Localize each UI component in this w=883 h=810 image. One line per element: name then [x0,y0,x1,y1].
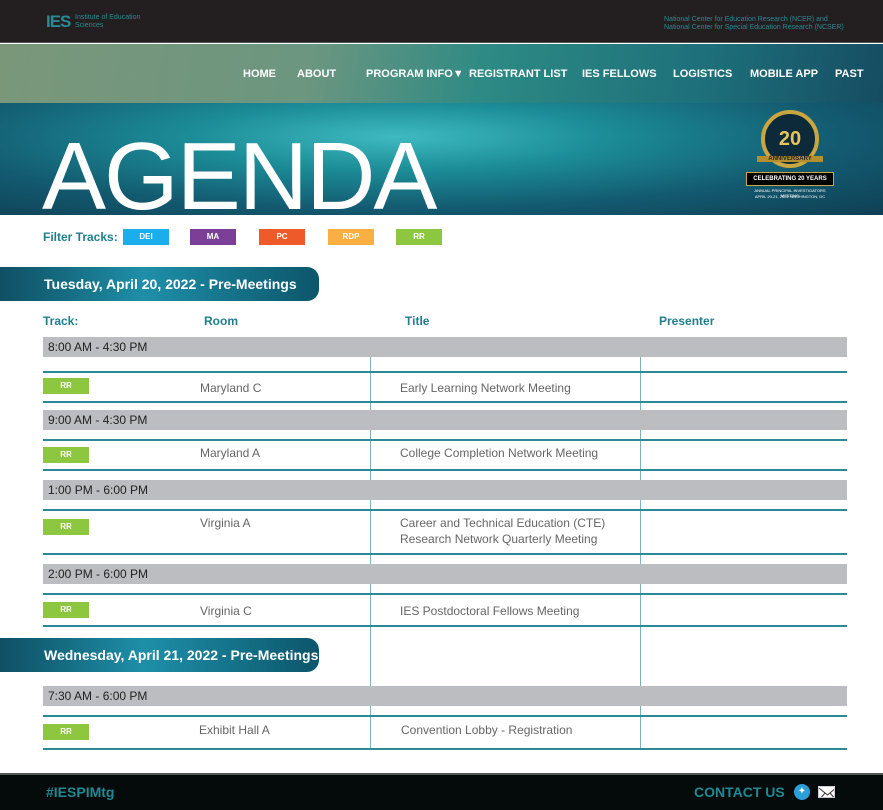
session-title[interactable]: Convention Lobby - Registration [401,722,572,738]
twitter-icon[interactable]: ✦ [794,784,810,800]
track-tag[interactable]: RR [43,519,89,535]
time-slot: 1:00 PM - 6:00 PM [43,480,847,500]
nav-ies-fellows[interactable]: IES FELLOWS [582,68,657,80]
session-title[interactable]: Early Learning Network Meeting [400,380,571,396]
session-room: Virginia C [200,604,252,618]
badge-headline: CELEBRATING 20 YEARS [746,172,834,186]
nav-registrant-list[interactable]: REGISTRANT LIST [469,68,567,80]
filter-dei[interactable]: DEI [123,229,169,245]
nav-program-info[interactable]: PROGRAM INFO▼ [366,68,464,80]
session-title[interactable]: College Completion Network Meeting [400,445,598,461]
row-divider [43,593,847,595]
filter-label: Filter Tracks: [43,230,118,244]
centers-text: National Center for Education Research (… [664,16,844,32]
ies-logo[interactable]: IES [46,12,71,32]
col-presenter: Presenter [659,314,715,328]
nav-mobile-app[interactable]: MOBILE APP [750,68,818,80]
row-divider [43,509,847,511]
main-nav: HOME ABOUT PROGRAM INFO▼ REGISTRANT LIST… [0,44,883,103]
nav-home[interactable]: HOME [243,68,276,80]
time-slot: 8:00 AM - 4:30 PM [43,337,847,357]
filter-rr[interactable]: RR [396,229,442,245]
row-divider [43,625,847,627]
row-divider [43,401,847,403]
row-divider [43,439,847,441]
nav-past[interactable]: PAST [835,68,864,80]
col-title: Title [405,314,430,328]
row-divider [43,371,847,373]
day-banner: Tuesday, April 20, 2022 - Pre-Meetings [0,267,319,301]
col-track: Track: [43,314,79,328]
session-room: Exhibit Hall A [199,723,270,737]
anniversary-badge: 20 ANNIVERSARY CELEBRATING 20 YEARS ANNU… [745,106,835,206]
time-slot: 7:30 AM - 6:00 PM [43,686,847,706]
filter-rdp[interactable]: RDP [328,229,374,245]
envelope-icon[interactable] [818,786,835,798]
track-tag[interactable]: RR [43,724,89,740]
badge-ribbon: ANNIVERSARY [757,156,823,162]
session-room: Maryland A [200,446,261,460]
row-divider [43,553,847,555]
filter-ma[interactable]: MA [190,229,236,245]
logo-subtitle: Institute of Education Sciences [75,14,141,29]
hashtag[interactable]: #IESPIMtg [46,784,114,800]
session-room: Virginia A [200,516,251,530]
day-banner: Wednesday, April 21, 2022 - Pre-Meetings [0,638,319,672]
track-tag[interactable]: RR [43,447,89,463]
hero-banner: AGENDA 20 ANNIVERSARY CELEBRATING 20 YEA… [0,103,883,215]
badge-number: 20 [778,128,802,150]
track-tag[interactable]: RR [43,378,89,394]
badge-date: APRIL 20-21, 2022 WASHINGTON, DC [754,194,826,199]
session-room: Maryland C [200,381,262,395]
session-title[interactable]: IES Postdoctoral Fellows Meeting [400,603,579,619]
time-slot: 9:00 AM - 4:30 PM [43,410,847,430]
contact-us-link[interactable]: CONTACT US [694,784,785,800]
page-title: AGENDA [42,123,437,216]
filter-pc[interactable]: PC [259,229,305,245]
center-line: National Center for Special Education Re… [664,24,844,31]
row-divider [43,715,847,717]
session-title[interactable]: Career and Technical Education (CTE) Res… [400,515,625,547]
time-slot: 2:00 PM - 6:00 PM [43,564,847,584]
nav-logistics[interactable]: LOGISTICS [673,68,732,80]
row-divider [43,748,847,750]
col-room: Room [204,314,238,328]
nav-about[interactable]: ABOUT [297,68,336,80]
track-tag[interactable]: RR [43,602,89,618]
row-divider [43,469,847,471]
center-line: National Center for Education Research (… [664,16,828,23]
